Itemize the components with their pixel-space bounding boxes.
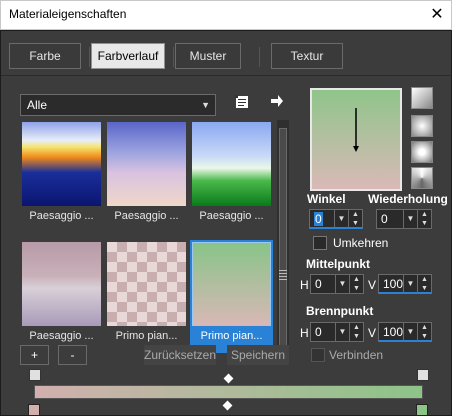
midpoint-marker[interactable]	[223, 373, 234, 384]
invert-checkbox[interactable]	[313, 236, 327, 250]
focus-v-input[interactable]: 100 ▼ ▲ ▼	[378, 322, 432, 342]
spinner-arrows-icon[interactable]: ▲ ▼	[348, 210, 362, 228]
color-stop-icon[interactable]	[29, 369, 41, 381]
center-v-label: V	[368, 278, 377, 292]
chevron-down-icon[interactable]: ▼	[403, 275, 417, 293]
center-h-label: H	[300, 278, 309, 292]
sunburst-style-icon[interactable]	[411, 167, 433, 189]
gradient-swatch	[107, 122, 186, 206]
color-stop-icon[interactable]	[417, 369, 429, 381]
focus-h-label: H	[300, 326, 309, 340]
thumbnail-label: Paesaggio ...	[29, 210, 94, 222]
gradient-swatch	[22, 242, 101, 326]
link-checkbox[interactable]	[311, 348, 325, 362]
scrollbar-thumb[interactable]	[279, 128, 287, 346]
chevron-down-icon[interactable]: ▼	[335, 275, 349, 293]
spinner-arrows-icon[interactable]: ▲ ▼	[417, 323, 431, 341]
focus-v-label: V	[368, 326, 377, 340]
gradient-swatch	[107, 242, 186, 326]
center-h-input[interactable]: 0 ▼ ▲ ▼	[310, 274, 364, 294]
remove-stop-button[interactable]: -	[58, 345, 87, 365]
thumbnail-label: Primo pian...	[115, 330, 178, 342]
radial-style-icon[interactable]	[411, 141, 433, 163]
gradient-thumbnail-selected[interactable]: Primo pian...	[190, 240, 273, 353]
center-h-value: 0	[315, 277, 322, 291]
gradient-thumbnail[interactable]: Paesaggio ...	[20, 120, 103, 233]
rectangular-style-icon[interactable]	[411, 115, 433, 137]
gradient-swatch	[22, 122, 101, 206]
divider	[1, 75, 452, 76]
opacity-stop-icon[interactable]	[416, 404, 428, 416]
thumbnail-label: Primo pian...	[200, 330, 263, 342]
grip-icon	[279, 270, 287, 280]
tab-separator	[259, 47, 260, 67]
angle-label: Winkel	[307, 192, 346, 206]
repeat-value: 0	[381, 212, 388, 226]
tab-bar: Farbe Farbverlauf Muster Textur	[9, 43, 443, 71]
spinner-arrows-icon[interactable]: ▲ ▼	[417, 275, 431, 293]
category-value: Alle	[27, 98, 48, 112]
linear-style-icon[interactable]	[411, 87, 433, 109]
angle-input[interactable]: 0 ▼ ▲ ▼	[309, 209, 363, 229]
tab-farbverlauf[interactable]: Farbverlauf	[91, 43, 165, 69]
tab-separator	[89, 47, 90, 67]
thumbnail-label: Paesaggio ...	[114, 210, 179, 222]
chevron-down-icon[interactable]: ▼	[403, 323, 417, 341]
angle-value: 0	[314, 212, 323, 226]
chevron-down-icon[interactable]: ▼	[335, 323, 349, 341]
invert-label: Umkehren	[333, 236, 389, 250]
chevron-down-icon: ▼	[201, 100, 210, 110]
thumbnail-label: Paesaggio ...	[29, 330, 94, 342]
gradient-thumbnail[interactable]: Primo pian...	[105, 240, 188, 353]
focus-v-value: 100	[383, 325, 404, 339]
gradient-thumbnail[interactable]: Paesaggio ...	[190, 120, 273, 233]
spinner-arrows-icon[interactable]: ▲ ▼	[349, 323, 363, 341]
gradient-thumbnail[interactable]: Paesaggio ...	[20, 240, 103, 353]
library-icon[interactable]	[232, 94, 252, 114]
gradient-swatch	[192, 122, 271, 206]
repeat-label: Wiederholung	[368, 192, 448, 206]
category-dropdown[interactable]: Alle ▼	[20, 94, 216, 116]
gradient-swatch	[192, 242, 271, 326]
chevron-down-icon[interactable]: ▼	[334, 210, 348, 228]
title-bar: Materialeigenschaften ✕	[0, 0, 452, 30]
focus-h-value: 0	[315, 325, 322, 339]
opacity-stop-icon[interactable]	[28, 404, 40, 416]
tab-farbe[interactable]: Farbe	[9, 43, 81, 69]
gradient-library: Paesaggio ... Paesaggio ... Paesaggio ..…	[20, 120, 274, 358]
link-label: Verbinden	[329, 348, 384, 362]
spinner-arrows-icon[interactable]: ▲ ▼	[349, 275, 363, 293]
focus-label: Brennpunkt	[306, 304, 374, 318]
spinner-arrows-icon[interactable]: ▲ ▼	[417, 210, 431, 228]
tab-textur[interactable]: Textur	[271, 43, 343, 69]
gradient-thumbnail[interactable]: Paesaggio ...	[105, 120, 188, 233]
close-icon[interactable]: ✕	[427, 5, 447, 25]
tab-separator	[173, 47, 174, 67]
gradient-bar[interactable]	[34, 385, 423, 399]
repeat-input[interactable]: 0 ▼ ▲ ▼	[376, 209, 432, 229]
dialog-body: Farbe Farbverlauf Muster Textur Alle ▼ P…	[0, 30, 452, 416]
tab-muster[interactable]: Muster	[175, 43, 241, 69]
chevron-down-icon[interactable]: ▼	[403, 210, 417, 228]
add-stop-button[interactable]: +	[20, 345, 49, 365]
center-v-input[interactable]: 100 ▼ ▲ ▼	[378, 274, 432, 294]
center-v-value: 100	[383, 277, 404, 291]
focus-h-input[interactable]: 0 ▼ ▲ ▼	[310, 322, 364, 342]
thumbnail-label: Paesaggio ...	[199, 210, 264, 222]
arrow-right-icon[interactable]	[267, 93, 287, 113]
window-title: Materialeigenschaften	[9, 7, 127, 21]
reset-button[interactable]: Zurücksetzen	[144, 345, 216, 365]
save-button[interactable]: Speichern	[227, 345, 289, 365]
center-label: Mittelpunkt	[306, 257, 370, 271]
library-scrollbar[interactable]	[277, 120, 289, 358]
gradient-preview[interactable]	[310, 88, 402, 191]
